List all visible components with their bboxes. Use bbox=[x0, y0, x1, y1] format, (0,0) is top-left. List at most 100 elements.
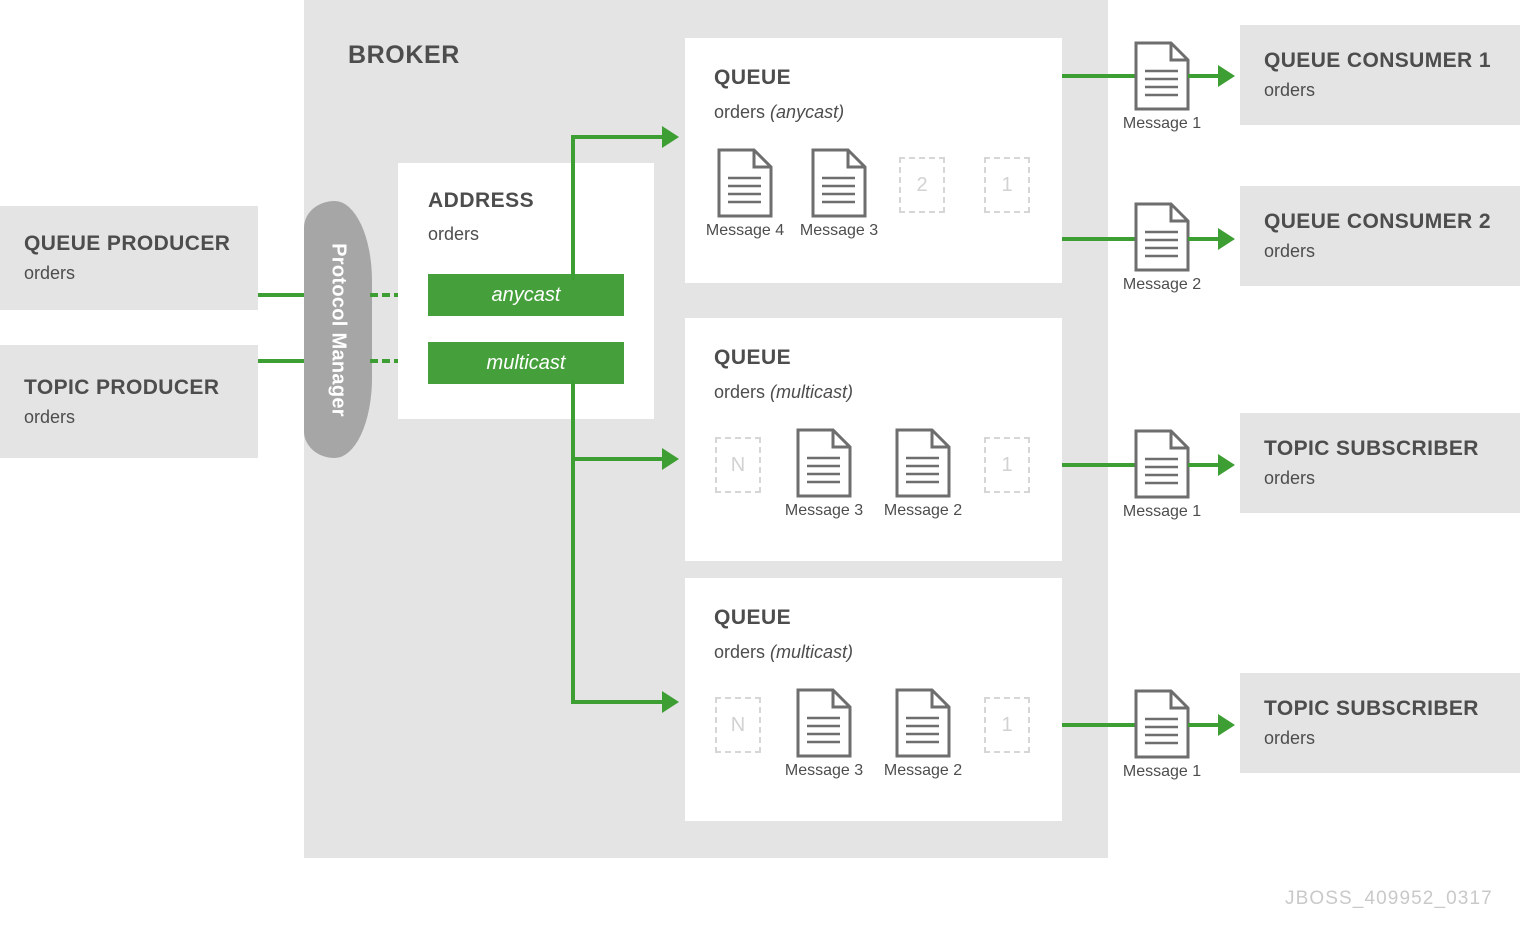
queue-2-message-caption-3: Message 2 bbox=[883, 502, 963, 519]
delivery-wire-4a bbox=[1062, 723, 1138, 727]
in-flight-message-2-caption: Message 2 bbox=[1122, 276, 1202, 293]
queue-2-message-slot-2: Message 3 bbox=[785, 428, 863, 519]
broker-title: BROKER bbox=[348, 41, 460, 69]
queue-1-message-slot-3: 2 bbox=[899, 157, 945, 213]
in-flight-message-1: Message 1 bbox=[1123, 41, 1201, 132]
queue-3-message-slot-1: N bbox=[715, 697, 761, 753]
document-icon bbox=[1134, 41, 1190, 111]
in-flight-message-2: Message 2 bbox=[1123, 202, 1201, 293]
routing-type-anycast-label: anycast bbox=[491, 283, 561, 306]
queue-producer-subtitle: orders bbox=[24, 263, 76, 284]
topic-subscriber-2-subtitle: orders bbox=[1264, 728, 1316, 749]
document-icon bbox=[811, 148, 867, 218]
delivery-2-arrowhead-icon bbox=[1218, 228, 1235, 250]
delivery-1-arrowhead-icon bbox=[1218, 65, 1235, 87]
document-icon bbox=[796, 428, 852, 498]
delivery-wire-2b bbox=[1188, 237, 1220, 241]
protocol-manager: Protocol Manager bbox=[304, 201, 372, 458]
queue-2-message-caption-4: 1 bbox=[1001, 453, 1013, 476]
document-icon bbox=[717, 148, 773, 218]
routing-type-anycast[interactable]: anycast bbox=[428, 274, 624, 316]
delivery-wire-1b bbox=[1188, 74, 1220, 78]
queue-3-title: QUEUE bbox=[714, 606, 792, 629]
queue-1-message-caption-1: Message 4 bbox=[705, 222, 785, 239]
queue-consumer-2-box[interactable]: QUEUE CONSUMER 2 orders bbox=[1240, 186, 1520, 286]
topic-subscriber-2-box[interactable]: TOPIC SUBSCRIBER orders bbox=[1240, 673, 1520, 773]
queue-2-subtitle: orders (multicast) bbox=[714, 382, 853, 403]
delivery-wire-1a bbox=[1062, 74, 1138, 78]
multicast-route-branch-queue3 bbox=[571, 700, 664, 704]
queue-3-message-caption-1: N bbox=[730, 713, 746, 736]
anycast-route-arrowhead-icon bbox=[662, 126, 679, 148]
routing-type-multicast[interactable]: multicast bbox=[428, 342, 624, 384]
queue-2-name: orders bbox=[714, 382, 766, 402]
topic-producer-box[interactable]: TOPIC PRODUCER orders bbox=[0, 345, 258, 458]
messaging-architecture-diagram: BROKER QUEUE PRODUCER orders TOPIC PRODU… bbox=[0, 0, 1520, 942]
multicast-route-branch-queue2 bbox=[571, 457, 664, 461]
in-flight-message-4-caption: Message 1 bbox=[1122, 763, 1202, 780]
queue-3-message-caption-4: 1 bbox=[1001, 713, 1013, 736]
queue-consumer-2-title: QUEUE CONSUMER 2 bbox=[1264, 210, 1491, 234]
queue-consumer-1-box[interactable]: QUEUE CONSUMER 1 orders bbox=[1240, 25, 1520, 125]
multicast-queue2-arrowhead-icon bbox=[662, 448, 679, 470]
queue-3-message-caption-3: Message 2 bbox=[883, 762, 963, 779]
delivery-3-arrowhead-icon bbox=[1218, 454, 1235, 476]
queue-consumer-1-title: QUEUE CONSUMER 1 bbox=[1264, 49, 1491, 73]
queue-3-message-slot-3: Message 2 bbox=[884, 688, 962, 779]
queue-3-message-slot-2: Message 3 bbox=[785, 688, 863, 779]
queue-3-subtitle: orders (multicast) bbox=[714, 642, 853, 663]
queue-2-title: QUEUE bbox=[714, 346, 792, 369]
queue-1-title: QUEUE bbox=[714, 66, 792, 89]
topic-subscriber-1-subtitle: orders bbox=[1264, 468, 1316, 489]
queue-1-message-caption-3: 2 bbox=[916, 173, 928, 196]
document-icon bbox=[1134, 202, 1190, 272]
queue-producer-title: QUEUE PRODUCER bbox=[24, 232, 231, 256]
address-title: ADDRESS bbox=[428, 189, 535, 212]
delivery-wire-4b bbox=[1188, 723, 1220, 727]
in-flight-message-1-caption: Message 1 bbox=[1122, 115, 1202, 132]
document-icon bbox=[796, 688, 852, 758]
queue-3-message-caption-2: Message 3 bbox=[784, 762, 864, 779]
queue-1-message-caption-4: 1 bbox=[1001, 173, 1013, 196]
in-flight-message-4: Message 1 bbox=[1123, 689, 1201, 780]
delivery-wire-3a bbox=[1062, 463, 1138, 467]
queue-1-message-slot-2: Message 3 bbox=[800, 148, 878, 239]
queue-consumer-1-subtitle: orders bbox=[1264, 80, 1316, 101]
watermark: JBOSS_409952_0317 bbox=[1285, 888, 1493, 909]
topic-producer-title: TOPIC PRODUCER bbox=[24, 375, 220, 399]
queue-2-message-slot-1: N bbox=[715, 437, 761, 493]
queue-1-routing: (anycast) bbox=[770, 102, 845, 122]
document-icon bbox=[895, 428, 951, 498]
queue-3-message-slot-4: 1 bbox=[984, 697, 1030, 753]
multicast-route-vertical bbox=[571, 380, 575, 704]
topic-producer-subtitle: orders bbox=[24, 406, 76, 427]
topic-subscriber-1-title: TOPIC SUBSCRIBER bbox=[1264, 437, 1479, 461]
in-flight-message-3-caption: Message 1 bbox=[1122, 503, 1202, 520]
document-icon bbox=[895, 688, 951, 758]
queue-1-subtitle: orders (anycast) bbox=[714, 102, 844, 123]
protocol-manager-label: Protocol Manager bbox=[327, 242, 350, 417]
anycast-route-vertical bbox=[571, 135, 575, 280]
topic-subscriber-2-title: TOPIC SUBSCRIBER bbox=[1264, 697, 1479, 721]
queue-1-message-slot-1: Message 4 bbox=[706, 148, 784, 239]
delivery-wire-2a bbox=[1062, 237, 1138, 241]
queue-2-message-caption-1: N bbox=[730, 453, 746, 476]
delivery-wire-3b bbox=[1188, 463, 1220, 467]
multicast-queue3-arrowhead-icon bbox=[662, 691, 679, 713]
queue-3-name: orders bbox=[714, 642, 766, 662]
routing-type-multicast-label: multicast bbox=[486, 351, 566, 374]
address-subtitle: orders bbox=[428, 224, 480, 244]
queue-1-message-slot-4: 1 bbox=[984, 157, 1030, 213]
queue-2-routing: (multicast) bbox=[770, 382, 854, 402]
queue-producer-box[interactable]: QUEUE PRODUCER orders bbox=[0, 206, 258, 310]
delivery-4-arrowhead-icon bbox=[1218, 714, 1235, 736]
topic-subscriber-1-box[interactable]: TOPIC SUBSCRIBER orders bbox=[1240, 413, 1520, 513]
queue-1-name: orders bbox=[714, 102, 766, 122]
queue-1-message-caption-2: Message 3 bbox=[799, 222, 879, 239]
queue-2-message-slot-3: Message 2 bbox=[884, 428, 962, 519]
queue-3-routing: (multicast) bbox=[770, 642, 854, 662]
queue-2-message-caption-2: Message 3 bbox=[784, 502, 864, 519]
document-icon bbox=[1134, 689, 1190, 759]
document-icon bbox=[1134, 429, 1190, 499]
in-flight-message-3: Message 1 bbox=[1123, 429, 1201, 520]
